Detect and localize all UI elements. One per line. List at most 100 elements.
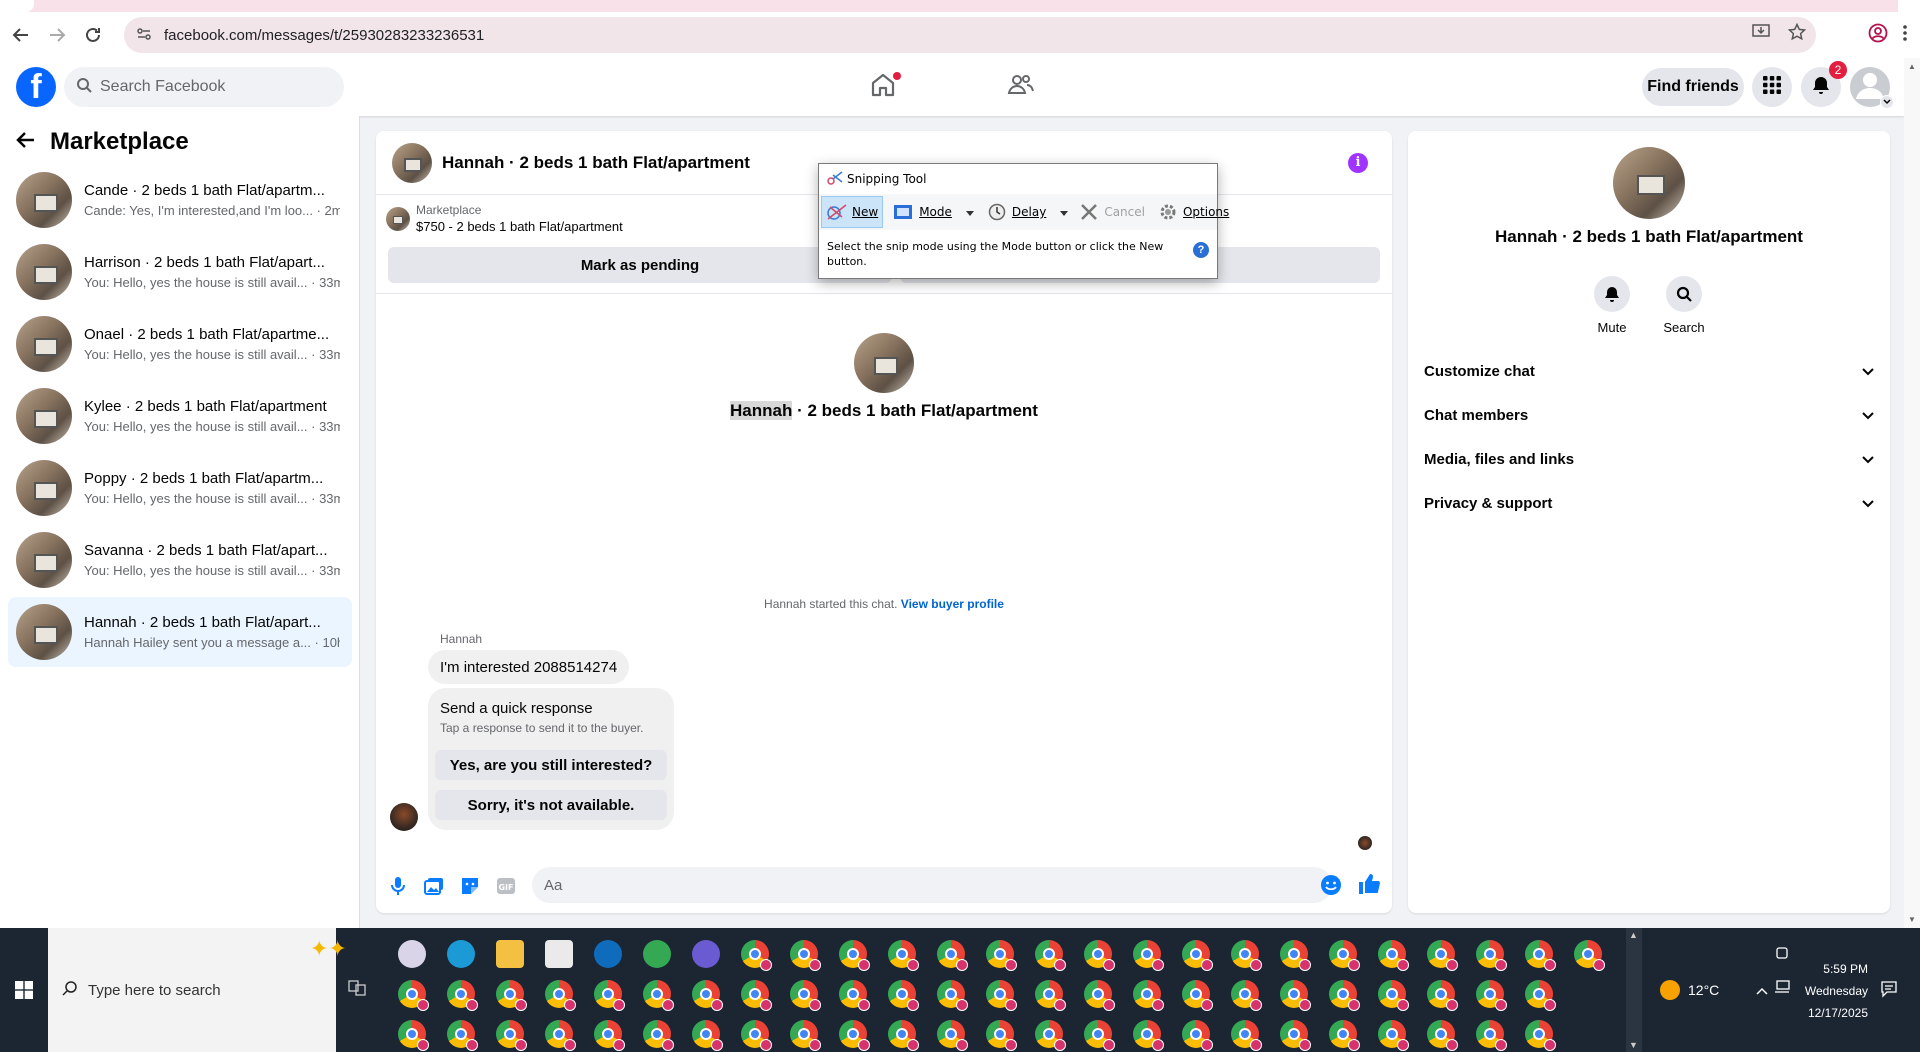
address-bar[interactable]: facebook.com/messages/t/2593028323323653…	[124, 17, 1816, 53]
quick-response-yes-button[interactable]: Yes, are you still interested?	[435, 750, 667, 780]
info-section-row[interactable]: Customize chat	[1424, 353, 1874, 389]
chrome-window-icon[interactable]	[790, 1020, 821, 1051]
chrome-work-icon[interactable]	[643, 940, 671, 968]
chat-avatar[interactable]	[392, 142, 432, 183]
message-bubble[interactable]: I'm interested 2088514274	[428, 650, 630, 684]
chrome-window-icon[interactable]	[496, 1020, 527, 1051]
chrome-window-icon[interactable]	[447, 980, 478, 1011]
chrome-window-icon[interactable]	[1574, 940, 1605, 971]
copilot-sparkle-icon[interactable]: ✦✦	[310, 936, 347, 962]
chrome-window-icon[interactable]	[1231, 1020, 1262, 1051]
chrome-window-icon[interactable]	[1280, 1020, 1311, 1051]
back-icon[interactable]	[6, 20, 36, 50]
chrome-window-icon[interactable]	[1182, 940, 1213, 971]
like-thumbs-up-icon[interactable]	[1358, 873, 1380, 900]
conversation-item[interactable]: Poppy · 2 beds 1 bath Flat/apartm... You:…	[8, 453, 352, 523]
chrome-window-icon[interactable]	[1525, 940, 1556, 971]
chrome-window-icon[interactable]	[1035, 980, 1066, 1011]
chrome-window-icon[interactable]	[741, 980, 772, 1011]
chrome-window-icon[interactable]	[1329, 980, 1360, 1011]
clock[interactable]: 5:59 PM Wednesday 12/17/2025	[1790, 958, 1868, 1024]
conversation-item[interactable]: Kylee · 2 beds 1 bath Flat/apartment You:…	[8, 381, 352, 451]
network-icon[interactable]	[1774, 980, 1790, 999]
chrome-window-icon[interactable]	[1525, 980, 1556, 1011]
chrome-window-icon[interactable]	[1378, 980, 1409, 1011]
search-input[interactable]	[100, 78, 320, 96]
chrome-window-icon[interactable]	[398, 1020, 429, 1051]
chrome-window-icon[interactable]	[1182, 980, 1213, 1011]
chrome-window-icon[interactable]	[1280, 940, 1311, 971]
scroll-up-icon[interactable]: ▲	[1629, 930, 1638, 940]
chrome-window-icon[interactable]	[1476, 1020, 1507, 1051]
chrome-window-icon[interactable]	[1476, 940, 1507, 971]
menu-button[interactable]	[1752, 67, 1792, 107]
windows-start-icon[interactable]	[0, 928, 48, 1052]
message-input[interactable]	[532, 867, 1332, 903]
view-buyer-profile-link[interactable]: View buyer profile	[901, 597, 1004, 611]
task-view-icon[interactable]	[348, 980, 366, 1001]
help-icon[interactable]: ?	[1193, 242, 1209, 258]
facebook-logo-icon[interactable]: f	[16, 67, 56, 107]
mode-button[interactable]: Mode	[889, 196, 978, 228]
new-snip-button[interactable]: New	[821, 196, 884, 228]
chrome-window-icon[interactable]	[1084, 980, 1115, 1011]
browser-menu-icon[interactable]	[1902, 24, 1908, 47]
chrome-window-icon[interactable]	[888, 940, 919, 971]
chrome-window-icon[interactable]	[594, 1020, 625, 1051]
scroll-down-icon[interactable]: ▼	[1908, 915, 1916, 924]
chrome-window-icon[interactable]	[937, 1020, 968, 1051]
chrome-window-icon[interactable]	[1231, 980, 1262, 1011]
info-section-row[interactable]: Privacy & support	[1424, 485, 1874, 521]
conversation-item[interactable]: Savanna · 2 beds 1 bath Flat/apart... You…	[8, 525, 352, 595]
chrome-window-icon[interactable]	[839, 940, 870, 971]
chrome-window-icon[interactable]	[741, 940, 772, 971]
chrome-window-icon[interactable]	[447, 1020, 478, 1051]
chrome-window-icon[interactable]	[1378, 1020, 1409, 1051]
chrome-window-icon[interactable]	[790, 940, 821, 971]
chrome-window-icon[interactable]	[545, 980, 576, 1011]
info-section-row[interactable]: Chat members	[1424, 397, 1874, 433]
chrome-window-icon[interactable]	[1427, 980, 1458, 1011]
copilot-icon[interactable]	[692, 940, 720, 968]
chrome-window-icon[interactable]	[1133, 1020, 1164, 1051]
chrome-window-icon[interactable]	[692, 1020, 723, 1051]
device-icon[interactable]	[1776, 946, 1788, 964]
microphone-icon[interactable]	[380, 876, 416, 896]
info-icon[interactable]: i	[1348, 153, 1368, 173]
chrome-window-icon[interactable]	[888, 1020, 919, 1051]
chrome-window-icon[interactable]	[888, 980, 919, 1011]
weather-widget[interactable]: 12°C	[1660, 980, 1719, 1000]
chrome-window-icon[interactable]	[1329, 1020, 1360, 1051]
taskbar-scrollbar[interactable]: ▲ ▼	[1626, 928, 1642, 1052]
quick-response-no-button[interactable]: Sorry, it's not available.	[435, 790, 667, 820]
browser-tab[interactable]	[0, 0, 34, 12]
chrome-window-icon[interactable]	[496, 980, 527, 1011]
chrome-window-icon[interactable]	[1133, 980, 1164, 1011]
chrome-window-icon[interactable]	[1427, 1020, 1458, 1051]
conversation-item[interactable]: Harrison · 2 beds 1 bath Flat/apart... Yo…	[8, 237, 352, 307]
mute-button[interactable]: Mute	[1582, 276, 1642, 335]
chrome-window-icon[interactable]	[1231, 940, 1262, 971]
sticker-icon[interactable]	[452, 876, 488, 896]
chrome-window-icon[interactable]	[986, 940, 1017, 971]
friends-tab[interactable]	[961, 58, 1081, 116]
page-scrollbar[interactable]: ▲ ▼	[1904, 58, 1920, 928]
conversation-item[interactable]: Cande · 2 beds 1 bath Flat/apartm... Cand…	[8, 165, 352, 235]
emoji-icon[interactable]	[1320, 874, 1342, 901]
chrome-window-icon[interactable]	[545, 1020, 576, 1051]
file-explorer-icon[interactable]	[496, 940, 524, 968]
account-button[interactable]	[1850, 67, 1894, 109]
scroll-up-icon[interactable]: ▲	[1908, 62, 1916, 71]
chrome-window-icon[interactable]	[937, 980, 968, 1011]
chrome-window-icon[interactable]	[594, 980, 625, 1011]
chrome-window-icon[interactable]	[1280, 980, 1311, 1011]
chrome-window-icon[interactable]	[741, 1020, 772, 1051]
conversation-item[interactable]: Hannah · 2 beds 1 bath Flat/apart... Hann…	[8, 597, 352, 667]
search-in-chat-button[interactable]: Search	[1654, 276, 1714, 335]
install-app-icon[interactable]	[1752, 23, 1770, 46]
chrome-window-icon[interactable]	[1525, 1020, 1556, 1051]
chevron-up-icon[interactable]	[1756, 982, 1768, 1000]
info-section-row[interactable]: Media, files and links	[1424, 441, 1874, 477]
chrome-window-icon[interactable]	[1329, 940, 1360, 971]
home-tab[interactable]	[823, 58, 943, 116]
